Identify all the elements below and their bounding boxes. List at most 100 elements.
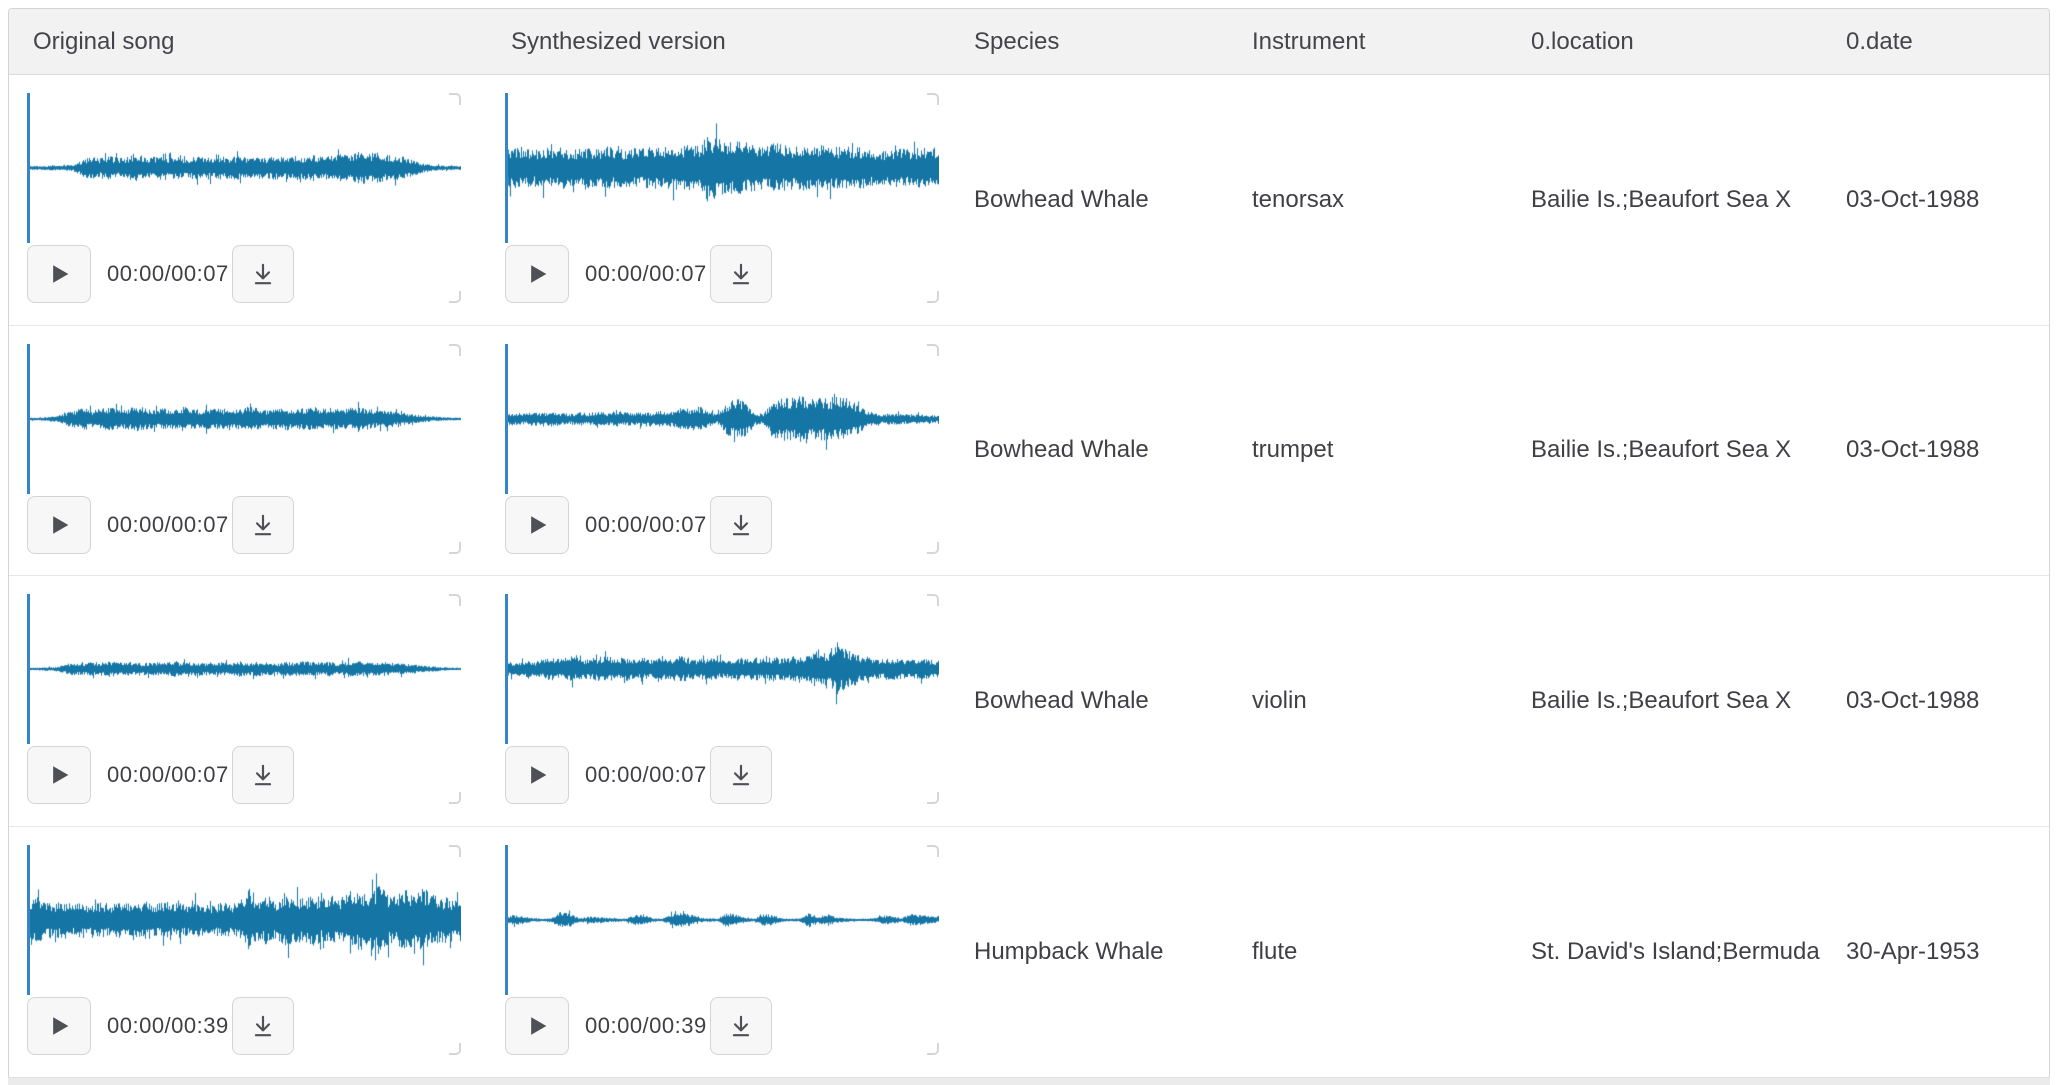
waveform-canvas[interactable] — [27, 344, 461, 494]
play-icon — [523, 1012, 551, 1040]
play-button[interactable] — [27, 245, 91, 303]
audio-controls: 00:00/00:07 — [27, 746, 461, 804]
waveform[interactable] — [27, 845, 461, 995]
download-button[interactable] — [232, 746, 294, 804]
download-button[interactable] — [710, 997, 772, 1055]
table-row: 00:00/00:39 — [9, 827, 2049, 1078]
download-button[interactable] — [232, 496, 294, 554]
play-icon — [523, 260, 551, 288]
synthesized-audio-cell: 00:00/00:07 — [487, 576, 950, 826]
time-display: 00:00/00:39 — [585, 1013, 707, 1039]
audio-controls: 00:00/00:07 — [27, 496, 461, 554]
play-button[interactable] — [505, 496, 569, 554]
play-icon — [523, 511, 551, 539]
column-header-date: 0.date — [1822, 9, 2049, 74]
waveform[interactable] — [27, 344, 461, 494]
column-header-synthesized-version: Synthesized version — [487, 9, 950, 74]
original-audio-cell: 00:00/00:39 — [9, 827, 487, 1078]
location-cell: Bailie Is.;Beaufort Sea X — [1507, 326, 1822, 576]
table-header-row: Original song Synthesized version Specie… — [9, 9, 2049, 75]
download-icon — [728, 512, 754, 538]
download-icon — [250, 261, 276, 287]
audio-player: 00:00/00:39 — [27, 845, 461, 1055]
synthesized-audio-cell: 00:00/00:07 — [487, 75, 950, 325]
waveform-canvas[interactable] — [505, 93, 939, 243]
audio-player: 00:00/00:07 — [505, 344, 939, 554]
synthesized-audio-cell: 00:00/00:39 — [487, 827, 950, 1078]
date-cell: 03-Oct-1988 — [1822, 75, 2049, 325]
instrument-cell: flute — [1228, 827, 1507, 1078]
date-cell: 03-Oct-1988 — [1822, 326, 2049, 576]
waveform-canvas[interactable] — [505, 344, 939, 494]
waveform-canvas[interactable] — [27, 93, 461, 243]
location-cell: Bailie Is.;Beaufort Sea X — [1507, 576, 1822, 826]
download-icon — [250, 762, 276, 788]
species-cell: Bowhead Whale — [950, 576, 1228, 826]
waveform[interactable] — [505, 93, 939, 243]
audio-controls: 00:00/00:07 — [505, 746, 939, 804]
play-button[interactable] — [27, 746, 91, 804]
time-display: 00:00/00:07 — [107, 512, 229, 538]
waveform[interactable] — [27, 93, 461, 243]
column-header-instrument: Instrument — [1228, 9, 1507, 74]
waveform[interactable] — [505, 594, 939, 744]
audio-controls: 00:00/00:07 — [505, 496, 939, 554]
play-icon — [45, 511, 73, 539]
date-cell: 03-Oct-1988 — [1822, 576, 2049, 826]
audio-player: 00:00/00:07 — [27, 594, 461, 804]
download-icon — [728, 1013, 754, 1039]
waveform-canvas[interactable] — [27, 594, 461, 744]
download-button[interactable] — [232, 997, 294, 1055]
waveform-canvas[interactable] — [505, 845, 939, 995]
download-button[interactable] — [710, 746, 772, 804]
species-cell: Humpback Whale — [950, 827, 1228, 1078]
play-icon — [523, 761, 551, 789]
download-icon — [728, 762, 754, 788]
playhead-cursor — [27, 93, 30, 243]
column-header-location: 0.location — [1507, 9, 1822, 74]
download-button[interactable] — [710, 496, 772, 554]
waveform[interactable] — [505, 845, 939, 995]
play-button[interactable] — [505, 997, 569, 1055]
playhead-cursor — [27, 594, 30, 744]
audio-player: 00:00/00:07 — [505, 93, 939, 303]
location-cell: Bailie Is.;Beaufort Sea X — [1507, 75, 1822, 325]
waveform[interactable] — [505, 344, 939, 494]
table-row: 00:00/00:07 — [9, 326, 2049, 577]
play-icon — [45, 1012, 73, 1040]
time-display: 00:00/00:39 — [107, 1013, 229, 1039]
download-icon — [250, 512, 276, 538]
original-audio-cell: 00:00/00:07 — [9, 326, 487, 576]
species-cell: Bowhead Whale — [950, 75, 1228, 325]
column-header-original-song: Original song — [9, 9, 487, 74]
waveform[interactable] — [27, 594, 461, 744]
audio-player: 00:00/00:07 — [505, 594, 939, 804]
time-display: 00:00/00:07 — [585, 261, 707, 287]
play-button[interactable] — [27, 496, 91, 554]
time-display: 00:00/00:07 — [107, 762, 229, 788]
audio-table: Original song Synthesized version Specie… — [8, 8, 2050, 1077]
download-button[interactable] — [710, 245, 772, 303]
play-button[interactable] — [27, 997, 91, 1055]
instrument-cell: trumpet — [1228, 326, 1507, 576]
original-audio-cell: 00:00/00:07 — [9, 576, 487, 826]
download-button[interactable] — [232, 245, 294, 303]
playhead-cursor — [505, 93, 508, 243]
synthesized-audio-cell: 00:00/00:07 — [487, 326, 950, 576]
playhead-cursor — [505, 344, 508, 494]
location-cell: St. David's Island;Bermuda — [1507, 827, 1822, 1078]
page: { "colors": { "waveform": "#1576a6", "pl… — [0, 0, 2058, 1084]
table-row: 00:00/00:07 — [9, 75, 2049, 326]
play-button[interactable] — [505, 746, 569, 804]
play-icon — [45, 260, 73, 288]
species-cell: Bowhead Whale — [950, 326, 1228, 576]
waveform-canvas[interactable] — [505, 594, 939, 744]
original-audio-cell: 00:00/00:07 — [9, 75, 487, 325]
playhead-cursor — [505, 594, 508, 744]
audio-player: 00:00/00:39 — [505, 845, 939, 1055]
play-icon — [45, 761, 73, 789]
play-button[interactable] — [505, 245, 569, 303]
audio-player: 00:00/00:07 — [27, 344, 461, 554]
waveform-canvas[interactable] — [27, 845, 461, 995]
playhead-cursor — [27, 845, 30, 995]
